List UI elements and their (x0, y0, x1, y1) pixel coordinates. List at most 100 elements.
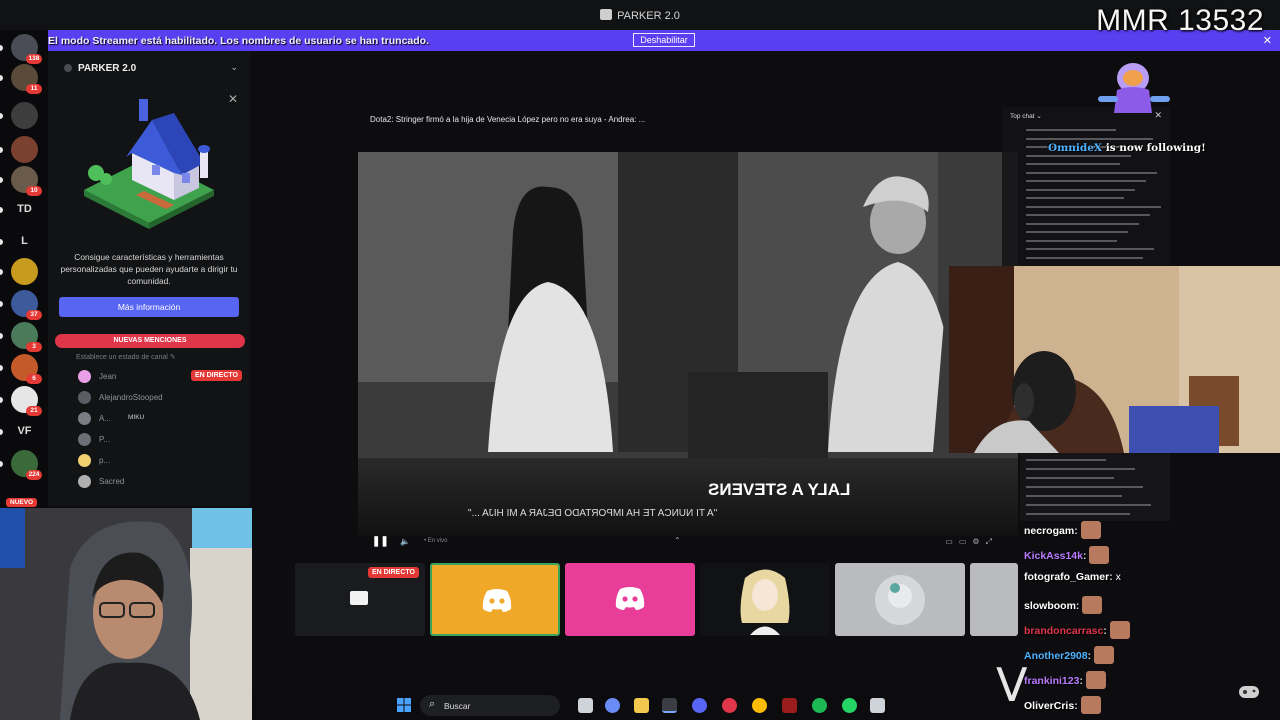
member-name: P... (99, 435, 110, 444)
server-icon[interactable] (11, 258, 38, 285)
chat-filter[interactable]: Top chat ⌄ (1010, 112, 1042, 120)
chat-message: OliverCris: (1024, 696, 1101, 718)
calculator-icon[interactable] (870, 698, 885, 713)
chevron-down-icon[interactable]: ⌄ (230, 62, 238, 73)
server-icon[interactable] (11, 136, 38, 163)
stream-tile[interactable]: EN DIRECTO (295, 563, 425, 636)
new-badge: NUEVO (6, 498, 38, 507)
discord-taskbar-icon[interactable] (692, 698, 707, 713)
pause-icon[interactable]: ❚❚ (372, 536, 389, 547)
close-icon[interactable]: ✕ (228, 92, 238, 106)
unread-badge: 10 (26, 186, 42, 196)
unread-pill (0, 333, 3, 339)
video-player[interactable]: LALY A STEVENS "A TI NUNCA TE HA IMPORTA… (358, 152, 1018, 536)
voice-member[interactable]: AlejandroStooped (78, 390, 248, 406)
window-title: PARKER 2.0 (0, 9, 1280, 22)
copilot-icon[interactable] (605, 698, 620, 713)
server-icon[interactable]: TD (11, 196, 38, 223)
taskbar-search[interactable]: ⌕ Buscar (420, 695, 560, 716)
pencil-icon: ✎ (169, 354, 176, 361)
member-tag: MIKU (128, 414, 145, 421)
server-icon[interactable]: 3 (11, 322, 42, 352)
member-name: p... (99, 456, 111, 465)
second-webcam (949, 266, 1280, 453)
server-icon[interactable]: 138 (11, 34, 42, 64)
chat-line (1026, 197, 1124, 199)
follow-alert: OmnideX is now following! (1048, 142, 1206, 154)
close-icon[interactable]: ✕ (1263, 34, 1272, 47)
disable-streamer-mode-button[interactable]: Deshabilitar (633, 33, 695, 47)
server-label: TD (17, 203, 32, 215)
server-icon[interactable]: L (11, 228, 38, 255)
windows-start-icon[interactable] (397, 698, 411, 712)
member-name: AlejandroStooped (99, 393, 163, 402)
voice-member[interactable]: P... (78, 432, 248, 448)
more-info-button[interactable]: Más información (59, 297, 239, 317)
participant-tile[interactable] (430, 563, 560, 636)
webcam-feed-left (0, 508, 252, 720)
voice-member[interactable]: p... (78, 453, 248, 469)
server-icon[interactable]: 224 (11, 450, 42, 480)
avatar (78, 370, 91, 383)
discord-icon (615, 587, 645, 610)
chat-line (1026, 171, 1157, 174)
server-icon[interactable]: VF (11, 418, 38, 445)
video-title: Dota2: Stringer firmó a la hija de Venec… (370, 115, 646, 124)
chat-username: KickAss14k (1024, 550, 1083, 562)
chrome-icon[interactable] (752, 698, 767, 713)
task-view-icon[interactable] (578, 698, 593, 713)
server-icon[interactable] (11, 102, 38, 129)
channel-status-hint[interactable]: Establece un estado de canal ✎ (76, 353, 176, 361)
volume-icon[interactable]: 🔈 (400, 537, 410, 546)
unread-pill (0, 207, 3, 213)
server-icon[interactable]: 21 (11, 386, 42, 416)
chat-username: OliverCris (1024, 700, 1075, 712)
streamer-webcam (0, 508, 252, 720)
server-header[interactable]: PARKER 2.0 (64, 63, 136, 74)
chat-username: frankini123 (1024, 675, 1080, 687)
chat-line (1026, 256, 1143, 259)
chat-separator: : (1082, 550, 1087, 562)
server-icon[interactable]: 37 (11, 290, 42, 320)
participant-tile[interactable] (835, 563, 965, 636)
app-icon[interactable] (722, 698, 737, 713)
voice-member[interactable]: A... MIKU (78, 411, 248, 427)
unread-badge: 6 (26, 374, 42, 384)
avatar (78, 475, 91, 488)
channel-panel: PARKER 2.0 ⌄ ✕ Consigue características … (48, 51, 250, 506)
voice-member[interactable]: Sacred (78, 474, 248, 490)
user-avatar (875, 575, 925, 625)
promo-description: Consigue características y herramientas … (60, 252, 238, 286)
chat-line (1026, 163, 1120, 165)
ticker-name: LALY A STEVENS (708, 480, 851, 499)
server-icon[interactable]: 6 (11, 354, 42, 384)
participant-tile[interactable] (565, 563, 695, 636)
unread-pill (0, 461, 3, 467)
chat-username: slowboom (1024, 600, 1076, 612)
file-explorer-icon[interactable] (634, 698, 649, 713)
app-icon[interactable] (782, 698, 797, 713)
chat-message: Another2908: (1024, 646, 1115, 668)
voice-member[interactable]: Jean EN DIRECTO (78, 369, 248, 385)
chevron-up-icon[interactable]: ⌃ (674, 536, 681, 545)
chat-line (1026, 222, 1139, 225)
participant-tile[interactable] (700, 563, 830, 636)
new-mentions-button[interactable]: NUEVAS MENCIONES (55, 334, 245, 348)
unread-pill (0, 45, 3, 51)
chat-username: brandoncarrasc (1024, 625, 1104, 637)
participant-tile[interactable] (970, 563, 1018, 636)
avatar (78, 454, 91, 467)
unread-pill (0, 269, 3, 275)
server-icon[interactable]: 11 (11, 64, 42, 94)
spotify-icon[interactable] (812, 698, 827, 713)
whatsapp-icon[interactable] (842, 698, 857, 713)
chat-popout (1020, 453, 1170, 521)
server-icon[interactable]: 10 (11, 166, 42, 196)
chat-line (1026, 504, 1151, 506)
player-options-icons[interactable]: ▭▭⚙⤢ (945, 537, 998, 547)
unread-pill (0, 147, 3, 153)
server-icon (64, 64, 72, 72)
app-icon (600, 9, 613, 20)
todo-icon[interactable] (662, 698, 677, 713)
mmr-overlay: MMR 13532 (1096, 4, 1264, 37)
